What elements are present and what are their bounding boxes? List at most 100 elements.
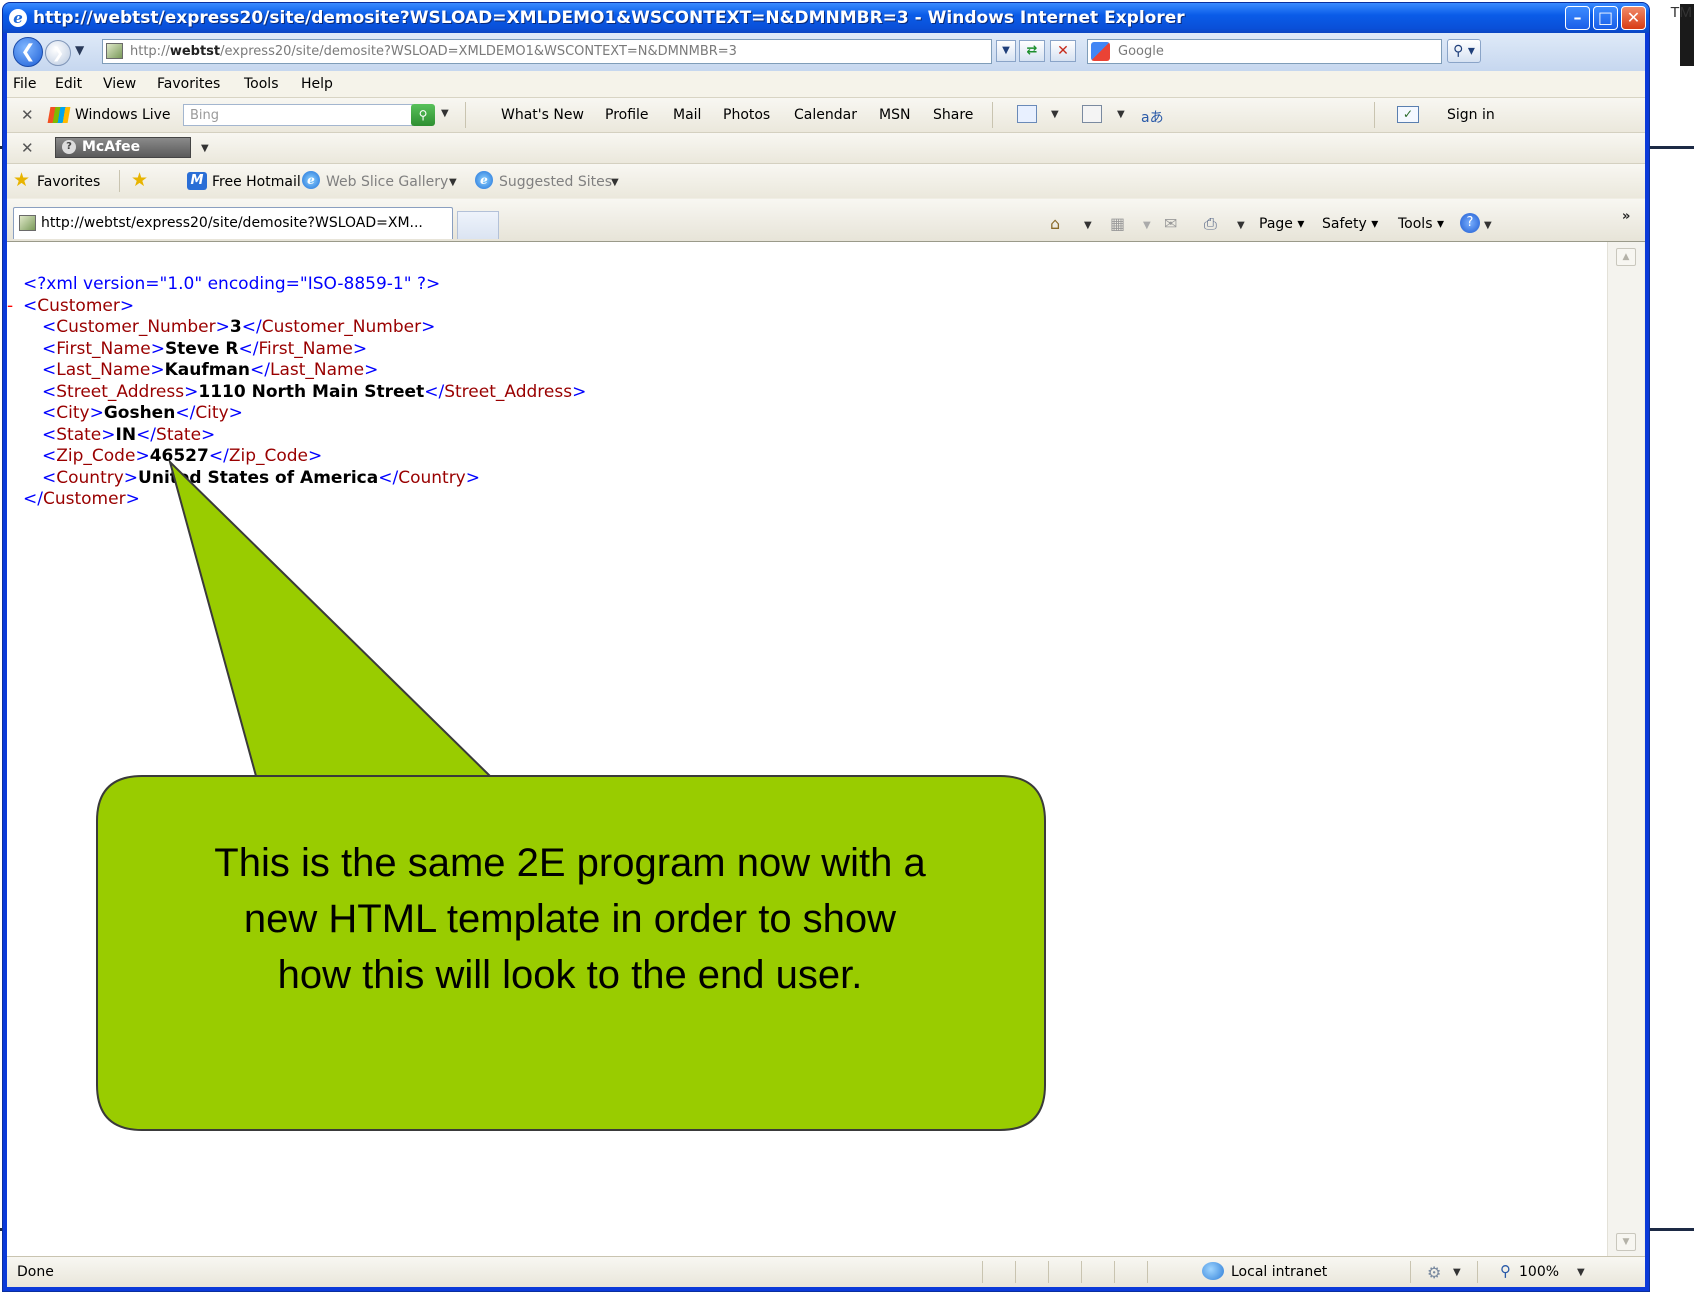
mcafee-button[interactable]: ? McAfee <box>55 137 191 158</box>
free-hotmail-link[interactable]: Free Hotmail <box>212 174 301 190</box>
web-slice-gallery-link[interactable]: Web Slice Gallery <box>326 174 448 190</box>
address-field[interactable]: http://webtst/express20/site/demosite?WS… <box>102 39 992 64</box>
mcafee-dropdown-icon[interactable]: ▼ <box>201 143 209 154</box>
protected-mode-dropdown-icon[interactable]: ▼ <box>1453 1267 1461 1278</box>
tools-menu[interactable]: Tools ▾ <box>1398 216 1444 232</box>
forward-button[interactable]: ❯ <box>45 40 71 66</box>
zoom-level[interactable]: 100% <box>1519 1264 1559 1280</box>
status-bar: Done Local intranet ⚙ ▼ ⚲ 100% ▼ <box>7 1256 1645 1287</box>
menu-tools[interactable]: Tools <box>244 76 279 92</box>
safety-menu[interactable]: Safety ▾ <box>1322 216 1378 232</box>
maximize-button[interactable]: □ <box>1593 6 1618 30</box>
toolbar-separator <box>465 102 466 128</box>
close-button[interactable]: ✕ <box>1621 6 1646 30</box>
close-toolbar-icon[interactable]: ✕ <box>21 106 34 124</box>
new-tab-button[interactable] <box>457 211 499 239</box>
blog-dropdown-icon[interactable]: ▼ <box>1117 109 1125 120</box>
menu-view[interactable]: View <box>103 76 136 92</box>
windows-live-toolbar: ✕ Windows Live Bing ⚲ ▼ What's New Profi… <box>7 98 1645 133</box>
read-mail-icon[interactable]: ✉ <box>1164 214 1177 233</box>
xml-field-value: Kaufman <box>164 360 251 380</box>
title-bar[interactable]: e http://webtst/express20/site/demosite?… <box>3 3 1649 33</box>
print-icon[interactable]: ⎙ <box>1204 214 1217 234</box>
xml-document: <?xml version="1.0" encoding="ISO-8859-1… <box>7 274 586 511</box>
more-commands-icon[interactable]: » <box>1622 209 1630 224</box>
page-menu[interactable]: Page ▾ <box>1259 216 1304 232</box>
msn-link[interactable]: MSN <box>879 107 910 123</box>
security-zone[interactable]: Local intranet <box>1231 1264 1327 1280</box>
print-dropdown-icon[interactable]: ▼ <box>1237 220 1245 231</box>
photos-link[interactable]: Photos <box>723 107 770 123</box>
bing-search-button[interactable]: ⚲ <box>411 104 435 126</box>
page-content: <?xml version="1.0" encoding="ISO-8859-1… <box>7 242 1607 1257</box>
hotmail-icon: M <box>187 172 207 190</box>
callout-line-2: new HTML template in order to show <box>243 897 897 941</box>
menu-edit[interactable]: Edit <box>55 76 82 92</box>
windows-live-label[interactable]: Windows Live <box>75 107 171 123</box>
back-button[interactable]: ❮ <box>13 37 43 67</box>
zoom-icon[interactable]: ⚲ <box>1500 1262 1511 1280</box>
intranet-zone-icon <box>1202 1262 1224 1280</box>
menu-help[interactable]: Help <box>301 76 333 92</box>
mail-link[interactable]: Mail <box>673 107 701 123</box>
status-divider <box>1081 1261 1082 1283</box>
profile-link[interactable]: Profile <box>605 107 649 123</box>
xml-field-value: 1110 North Main Street <box>198 381 425 402</box>
web-slice-dropdown-icon[interactable]: ▼ <box>449 177 457 188</box>
slide-rule-right-bottom <box>1650 1228 1694 1231</box>
tab-bar: http://webtst/express20/site/demosite?WS… <box>7 199 1645 242</box>
favorites-button[interactable]: Favorites <box>37 174 100 190</box>
trademark-mark: TM <box>1670 4 1692 21</box>
stop-button[interactable]: ✕ <box>1050 40 1076 62</box>
close-toolbar-icon[interactable]: ✕ <box>21 139 34 157</box>
xml-field-row: <Last_Name>Kaufman</Last_Name> <box>42 360 379 380</box>
xml-field-value: IN <box>115 424 137 445</box>
search-button[interactable]: ⚲ ▾ <box>1447 39 1481 63</box>
favorites-bar: ★ Favorites ★ M Free Hotmail e Web Slice… <box>7 164 1645 198</box>
suggested-sites-link[interactable]: Suggested Sites <box>499 174 612 190</box>
status-divider <box>1147 1261 1148 1283</box>
blog-icon[interactable] <box>1082 105 1102 123</box>
whats-new-link[interactable]: What's New <box>501 107 584 123</box>
minimize-button[interactable]: – <box>1565 6 1590 30</box>
protected-mode-icon[interactable]: ⚙ <box>1427 1263 1441 1282</box>
status-divider <box>982 1261 983 1283</box>
active-tab[interactable]: http://webtst/express20/site/demosite?WS… <box>13 207 453 239</box>
refresh-button[interactable]: ⇄ <box>1019 40 1045 62</box>
messenger-icon[interactable] <box>1017 105 1037 123</box>
help-dropdown-icon[interactable]: ▼ <box>1484 220 1492 231</box>
vertical-scrollbar[interactable]: ▲ ▼ <box>1607 242 1644 1257</box>
window-title: http://webtst/express20/site/demosite?WS… <box>33 8 1185 28</box>
add-favorite-icon[interactable]: ★ <box>131 171 148 190</box>
callout-line-1: This is the same 2E program now with a <box>214 841 926 885</box>
search-field[interactable]: Google <box>1087 39 1442 64</box>
calendar-link[interactable]: Calendar <box>794 107 857 123</box>
scroll-up-button[interactable]: ▲ <box>1616 248 1636 266</box>
help-icon[interactable]: ? <box>1460 213 1480 233</box>
xml-field-value: Goshen <box>103 403 176 423</box>
sign-in-icon[interactable]: ✓ <box>1397 106 1419 123</box>
favorites-star-icon: ★ <box>13 169 31 191</box>
sign-in-link[interactable]: Sign in <box>1447 107 1495 123</box>
status-divider <box>1410 1261 1411 1283</box>
bing-search-input[interactable]: Bing <box>183 104 413 126</box>
feeds-dropdown-icon[interactable]: ▼ <box>1143 220 1151 231</box>
feeds-icon[interactable]: ▦ <box>1110 214 1125 233</box>
xml-field-row: <City>Goshen</City> <box>42 403 243 423</box>
menu-file[interactable]: File <box>13 76 36 92</box>
window-client: ❮ ❯ ▼ http://webtst/express20/site/demos… <box>7 33 1645 1287</box>
address-dropdown-button[interactable]: ▼ <box>996 40 1016 62</box>
home-dropdown-icon[interactable]: ▼ <box>1084 220 1092 231</box>
scroll-down-button[interactable]: ▼ <box>1616 1233 1636 1251</box>
translate-icon[interactable]: aあ <box>1141 107 1164 127</box>
zoom-dropdown-icon[interactable]: ▼ <box>1577 1267 1585 1278</box>
home-icon[interactable]: ⌂ <box>1050 214 1060 233</box>
collapse-toggle[interactable]: - <box>7 296 13 318</box>
menu-favorites[interactable]: Favorites <box>157 76 220 92</box>
messenger-dropdown-icon[interactable]: ▼ <box>1051 109 1059 120</box>
suggested-sites-dropdown-icon[interactable]: ▼ <box>611 177 619 188</box>
history-dropdown-icon[interactable]: ▼ <box>75 43 84 57</box>
share-link[interactable]: Share <box>933 107 973 123</box>
xml-field-value: Steve R <box>164 338 239 359</box>
bing-dropdown-icon[interactable]: ▼ <box>441 108 449 119</box>
